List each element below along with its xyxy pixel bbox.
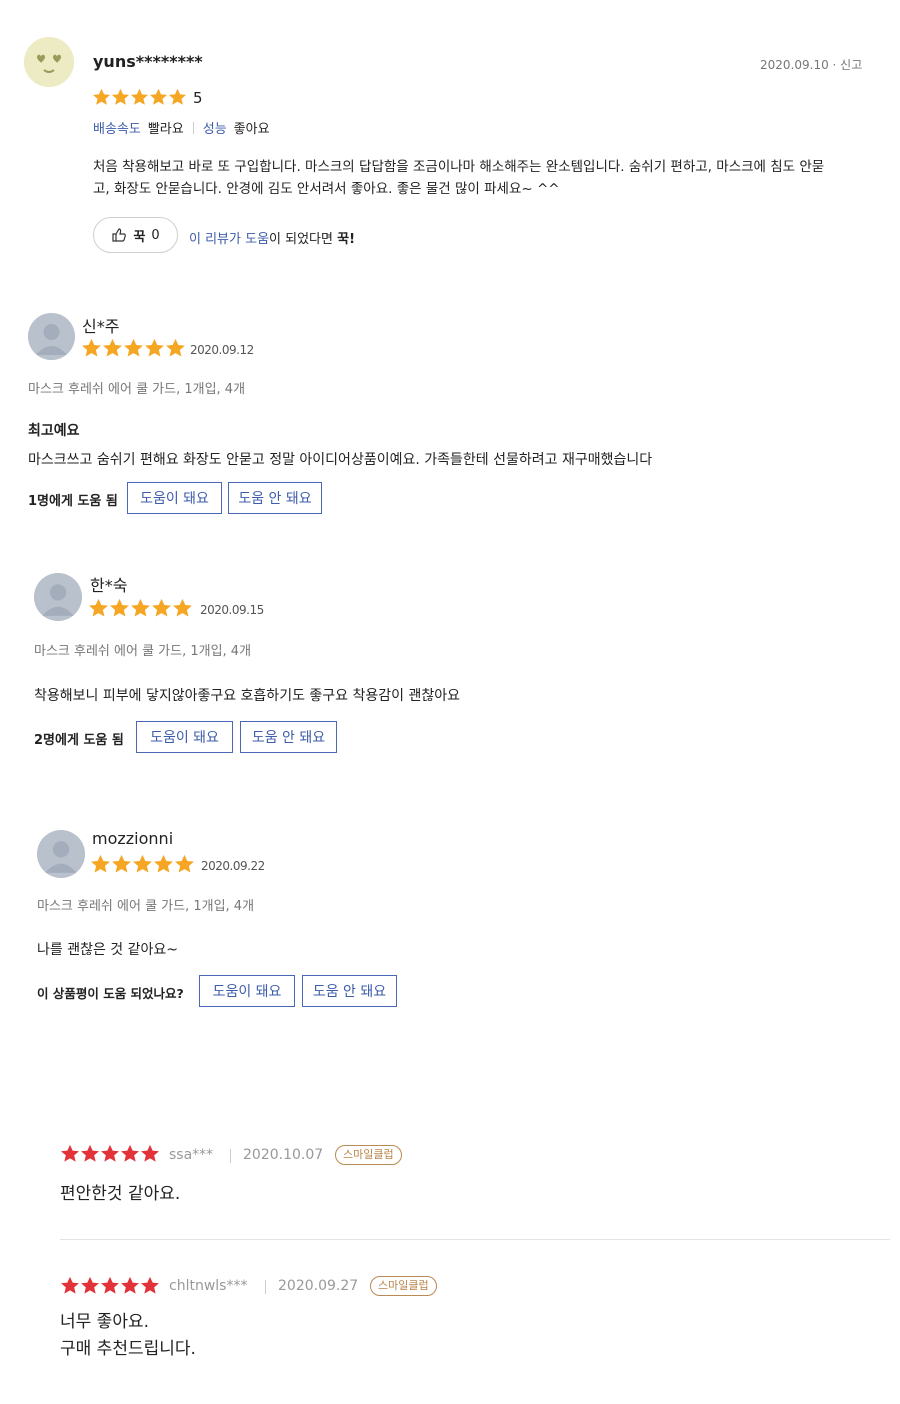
star-icon xyxy=(101,1144,119,1162)
reviewer-name: 신*주 xyxy=(82,317,120,336)
review-date: 2020.10.07 xyxy=(243,1147,324,1163)
helpful-no-button[interactable]: 도움 안 돼요 xyxy=(228,482,322,514)
helpful-yes-button[interactable]: 도움이 돼요 xyxy=(136,721,233,753)
review-text: 마스크쓰고 숨쉬기 편해요 화장도 안묻고 정말 아이디어상품이예요. 가족들한… xyxy=(28,452,653,468)
star-icon xyxy=(89,598,108,617)
star-icon xyxy=(91,854,110,873)
user-avatar-icon xyxy=(34,573,82,621)
smile-club-badge: 스마일클럽 xyxy=(370,1276,437,1296)
rating-stars xyxy=(60,1276,160,1296)
helpful-yes-button[interactable]: 도움이 돼요 xyxy=(127,482,222,514)
helpful-no-button[interactable]: 도움 안 돼요 xyxy=(302,975,397,1007)
attribute-row: 배송속도 빨라요 성능 좋아요 xyxy=(93,118,270,137)
review-text: 너무 좋아요. 구매 추천드립니다. xyxy=(60,1309,196,1363)
star-icon xyxy=(166,338,185,357)
reviewer-name: ssa*** xyxy=(169,1147,214,1163)
star-icon xyxy=(81,1144,99,1162)
attr-label-delivery: 배송속도 xyxy=(93,122,141,137)
helpful-question: 이 상품평이 도움 되었나요? xyxy=(37,986,184,1001)
reviewer-name: chltnwls*** xyxy=(169,1278,248,1294)
rating-stars xyxy=(81,338,186,359)
star-icon xyxy=(173,598,192,617)
attr-label-performance: 성능 xyxy=(202,122,227,137)
star-icon xyxy=(121,1144,139,1162)
helpful-yes-button[interactable]: 도움이 돼요 xyxy=(199,975,295,1007)
star-icon xyxy=(103,338,122,357)
review-text: 처음 착용해보고 바로 또 구입합니다. 마스크의 답답함을 조금이나마 해소해… xyxy=(93,156,883,200)
meta-divider xyxy=(265,1280,266,1294)
star-icon xyxy=(61,1276,79,1294)
helpful-hint-link: 이 리뷰가 도움 xyxy=(189,232,270,247)
helpful-count: 2명에게 도움 됨 xyxy=(34,733,124,748)
helpful-count: 1명에게 도움 됨 xyxy=(28,494,118,509)
star-icon xyxy=(168,88,187,105)
helpful-hint-text: 이 되었다면 xyxy=(269,232,338,247)
star-icon xyxy=(111,88,130,105)
meta-divider xyxy=(230,1149,231,1163)
user-avatar-icon xyxy=(28,313,75,360)
reviewer-name: yuns******** xyxy=(93,52,203,71)
star-icon xyxy=(145,338,164,357)
review-text-line: 고, 화장도 안묻습니다. 안경에 김도 안서려서 좋아요. 좋은 물건 많이 … xyxy=(93,181,560,197)
star-icon xyxy=(92,88,111,105)
review-date: 2020.09.27 xyxy=(278,1278,359,1294)
review-date: 2020.09.22 xyxy=(201,859,265,873)
star-icon xyxy=(124,338,143,357)
star-icon xyxy=(175,854,194,873)
review-text: 나를 괜찮은 것 같아요~ xyxy=(37,942,179,958)
like-label: 꾹 xyxy=(133,229,146,245)
review-text-line: 구매 추천드립니다. xyxy=(60,1339,196,1359)
star-icon xyxy=(152,598,171,617)
review-date: 2020.09.12 xyxy=(190,343,254,357)
review-text-line: 처음 착용해보고 바로 또 구입합니다. 마스크의 답답함을 조금이나마 해소해… xyxy=(93,159,825,175)
emoji-avatar-icon xyxy=(24,37,74,87)
rating-stars xyxy=(92,88,187,107)
review-date: 2020.09.15 xyxy=(200,603,264,617)
attr-value-performance: 좋아요 xyxy=(233,122,270,137)
helpful-hint: 이 리뷰가 도움이 되었다면 꾹! xyxy=(189,228,355,247)
review-separator xyxy=(60,1239,890,1240)
review-headline: 최고예요 xyxy=(28,423,80,439)
purchase-option: 마스크 후레쉬 에어 쿨 가드, 1개입, 4개 xyxy=(37,899,255,914)
star-icon xyxy=(131,598,150,617)
like-button[interactable]: 꾹 0 xyxy=(93,217,178,253)
purchase-option: 마스크 후레쉬 에어 쿨 가드, 1개입, 4개 xyxy=(34,644,252,659)
star-icon xyxy=(81,1276,99,1294)
review-text-line: 너무 좋아요. xyxy=(60,1312,150,1332)
star-icon xyxy=(121,1276,139,1294)
thumb-icon xyxy=(112,228,127,242)
rating-stars xyxy=(90,854,195,875)
star-icon xyxy=(130,88,149,105)
star-icon xyxy=(149,88,168,105)
smile-club-badge: 스마일클럽 xyxy=(335,1145,402,1165)
user-avatar-icon xyxy=(37,830,85,878)
rating-stars xyxy=(60,1144,160,1164)
attr-value-delivery: 빨라요 xyxy=(147,122,184,137)
star-icon xyxy=(112,854,131,873)
reviewer-name: 한*숙 xyxy=(90,576,128,595)
star-icon xyxy=(141,1276,159,1294)
star-icon xyxy=(154,854,173,873)
rating-stars xyxy=(88,598,193,619)
like-count: 0 xyxy=(151,227,160,243)
helpful-hint-strong: 꾹! xyxy=(337,232,355,247)
star-icon xyxy=(110,598,129,617)
rating-value: 5 xyxy=(193,89,203,107)
review-text: 편안한것 같아요. xyxy=(60,1184,181,1204)
star-icon xyxy=(82,338,101,357)
star-icon xyxy=(133,854,152,873)
star-icon xyxy=(61,1144,79,1162)
attr-divider xyxy=(192,121,194,134)
star-icon xyxy=(101,1276,119,1294)
purchase-option: 마스크 후레쉬 에어 쿨 가드, 1개입, 4개 xyxy=(28,382,246,397)
review-date-report[interactable]: 2020.09.10 · 신고 xyxy=(760,56,862,73)
helpful-no-button[interactable]: 도움 안 돼요 xyxy=(240,721,337,753)
review-text: 착용해보니 피부에 닿지않아좋구요 호흡하기도 좋구요 착용감이 괜찮아요 xyxy=(34,688,460,704)
reviewer-name: mozzionni xyxy=(92,829,174,848)
star-icon xyxy=(141,1144,159,1162)
